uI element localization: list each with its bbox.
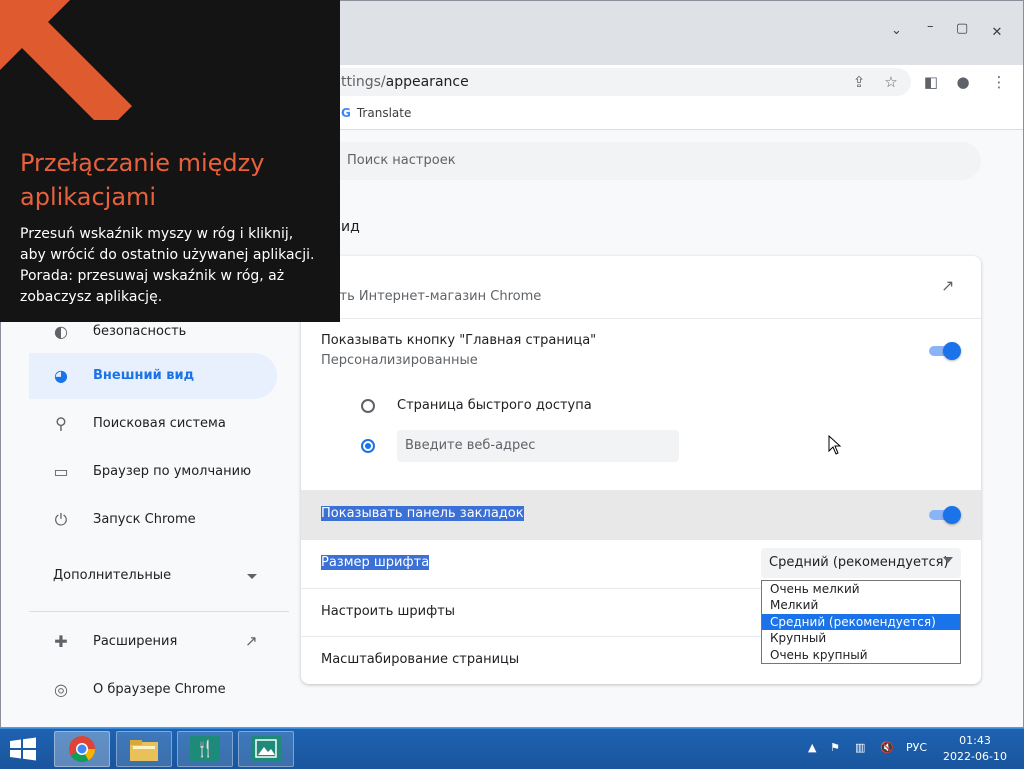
taskbar: 🍴 ▲ ⚑ ▥ 🔇 РУС 01:43 2022-06-10	[0, 728, 1024, 769]
sidebar-item-appearance[interactable]: ◕ Внешний вид	[29, 353, 277, 399]
appearance-card: а рыть Интернет-магазин Chrome ↗ Показыв…	[301, 256, 981, 684]
taskbar-chrome[interactable]	[54, 731, 110, 767]
palette-icon: ◕	[54, 366, 68, 385]
external-link-icon: ↗	[245, 632, 258, 650]
font-size-label: Размер шрифта	[321, 555, 430, 570]
url-input-placeholder: Введите веб-адрес	[405, 438, 536, 453]
side-panel-icon[interactable]: ◧	[921, 72, 941, 92]
clock-date: 2022-06-10	[943, 750, 1007, 763]
puzzle-icon: ✚	[54, 632, 68, 651]
tip-body: Przesuń wskaźnik myszy w róg i kliknij, …	[20, 226, 315, 305]
minimize-icon[interactable]: –	[927, 19, 934, 34]
radio-ntp-label: Страница быстрого доступа	[397, 398, 592, 413]
menu-icon[interactable]: ⋮	[989, 72, 1009, 92]
taskbar-explorer[interactable]	[116, 731, 172, 767]
radio-custom-url[interactable]	[361, 439, 375, 453]
shield-icon: ◐	[54, 322, 68, 341]
sidebar-item-default-browser[interactable]: ▭ Браузер по умолчанию	[29, 449, 277, 495]
mouse-cursor-icon	[828, 435, 842, 455]
bookmark-translate[interactable]: G Translate	[341, 106, 411, 120]
chrome-icon: ◎	[54, 680, 68, 699]
power-icon: ⏻	[54, 510, 68, 529]
sidebar-divider	[29, 611, 289, 612]
font-size-option[interactable]: Очень мелкий	[762, 581, 960, 597]
home-button-subtitle: Персонализированные	[321, 353, 478, 368]
sidebar-item-extensions[interactable]: ✚ Расширения ↗	[29, 619, 277, 665]
taskbar-app-food[interactable]: 🍴	[177, 731, 233, 767]
bookmarks-bar-toggle[interactable]	[929, 506, 961, 524]
font-size-option[interactable]: Очень крупный	[762, 647, 960, 663]
home-button-label: Показывать кнопку "Главная страница"	[321, 333, 597, 348]
language-indicator[interactable]: РУС	[906, 741, 927, 754]
settings-search[interactable]: Поиск настроек	[311, 142, 981, 180]
profile-icon[interactable]: ●	[953, 72, 973, 92]
row-divider	[301, 588, 761, 589]
windows-start-icon[interactable]	[8, 737, 38, 761]
close-icon: ✕	[991, 24, 1003, 40]
address-bar[interactable]: ttings/appearance ⇪ ☆	[301, 68, 911, 96]
font-size-select[interactable]: Средний (рекомендуется)	[761, 548, 961, 578]
chevron-down-icon[interactable]: ⌄	[891, 23, 902, 38]
sidebar-item-about[interactable]: ◎ О браузере Chrome	[29, 667, 277, 713]
home-button-toggle[interactable]	[929, 342, 961, 360]
search-placeholder: Поиск настроек	[347, 153, 456, 168]
network-icon[interactable]: ▥	[855, 741, 865, 754]
font-size-option[interactable]: Крупный	[762, 630, 960, 646]
external-link-icon[interactable]: ↗	[941, 276, 954, 295]
translate-icon: G	[341, 106, 351, 120]
font-size-option-selected[interactable]: Средний (рекомендуется)	[762, 613, 960, 631]
close-button[interactable]: ✕	[971, 19, 1023, 45]
row-divider	[301, 636, 761, 637]
sidebar-advanced[interactable]: Дополнительные	[29, 553, 277, 599]
clock-time: 01:43	[959, 734, 991, 747]
clock[interactable]: 01:43 2022-06-10	[930, 733, 1020, 765]
tip-title: Przełączanie między aplikacjami	[20, 149, 265, 211]
page-zoom-label: Масштабирование страницы	[321, 652, 520, 667]
sidebar-item-search-engine[interactable]: ⚲ Поисковая система	[29, 401, 277, 447]
flag-icon[interactable]: ⚑	[830, 741, 840, 754]
sidebar-item-startup[interactable]: ⏻ Запуск Chrome	[29, 497, 277, 543]
chrome-icon	[69, 736, 96, 763]
radio-ntp[interactable]	[361, 399, 375, 413]
bookmarks-bar-label: Показывать панель закладок	[321, 506, 524, 521]
chevron-up-icon[interactable]: ▲	[808, 741, 816, 754]
arrow-up-left-icon	[0, 0, 132, 120]
row-divider	[301, 318, 981, 319]
volume-muted-icon[interactable]: 🔇	[880, 741, 894, 754]
fork-knife-icon: 🍴	[190, 736, 220, 762]
search-icon: ⚲	[55, 414, 67, 433]
theme-subtitle: рыть Интернет-магазин Chrome	[321, 289, 542, 304]
url-text: ttings/appearance	[341, 74, 469, 90]
star-icon[interactable]: ☆	[881, 72, 901, 92]
photo-icon	[251, 736, 281, 762]
home-url-input[interactable]: Введите веб-адрес	[397, 430, 679, 462]
maximize-icon[interactable]: ▢	[956, 21, 968, 36]
folder-icon	[130, 740, 158, 761]
dropdown-arrow-icon	[943, 557, 953, 563]
taskbar-app-photos[interactable]	[238, 731, 294, 767]
share-icon[interactable]: ⇪	[849, 72, 869, 92]
font-size-options: Очень мелкий Мелкий Средний (рекомендует…	[761, 580, 961, 664]
chevron-down-icon	[247, 574, 257, 579]
font-size-option[interactable]: Мелкий	[762, 597, 960, 613]
app-switch-tip: Przełączanie między aplikacjami Przesuń …	[0, 0, 340, 322]
customize-fonts-label[interactable]: Настроить шрифты	[321, 604, 455, 619]
browser-icon: ▭	[53, 462, 69, 481]
